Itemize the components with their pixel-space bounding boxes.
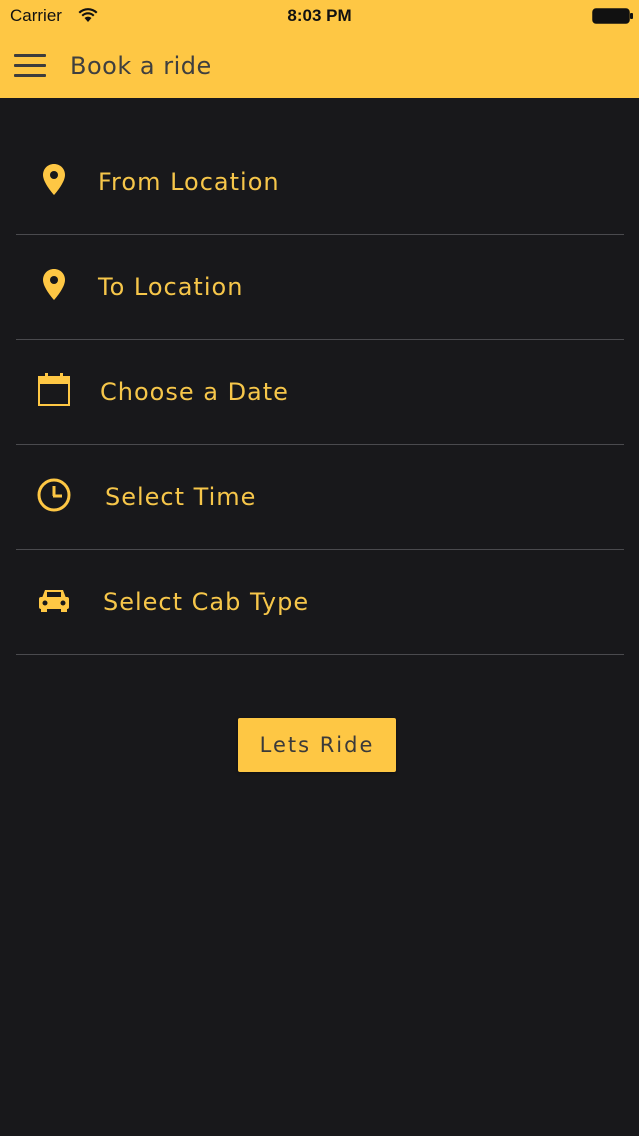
location-pin-icon	[36, 162, 72, 198]
cab-type-label: Select Cab Type	[103, 588, 310, 616]
clock-icon	[36, 477, 72, 513]
from-location-field[interactable]: From Location	[16, 130, 624, 235]
to-location-label: To Location	[98, 273, 244, 301]
date-label: Choose a Date	[100, 378, 289, 406]
booking-form: From Location To Location Choose a Date	[16, 130, 624, 655]
location-pin-icon	[36, 267, 72, 303]
date-field[interactable]: Choose a Date	[16, 340, 624, 445]
to-location-field[interactable]: To Location	[16, 235, 624, 340]
status-bar: Carrier 8:03 PM	[0, 0, 639, 33]
calendar-icon	[36, 372, 72, 408]
status-time: 8:03 PM	[287, 6, 352, 25]
page-title: Book a ride	[70, 52, 212, 80]
app-header: Carrier 8:03 PM Book a ride	[0, 0, 639, 98]
battery-icon	[592, 8, 634, 24]
cab-type-field[interactable]: Select Cab Type	[16, 550, 624, 655]
from-location-label: From Location	[98, 168, 280, 196]
time-label: Select Time	[105, 483, 257, 511]
lets-ride-button[interactable]: Lets Ride	[238, 718, 396, 772]
hamburger-menu-icon[interactable]	[14, 52, 48, 78]
car-icon	[36, 582, 72, 618]
time-field[interactable]: Select Time	[16, 445, 624, 550]
